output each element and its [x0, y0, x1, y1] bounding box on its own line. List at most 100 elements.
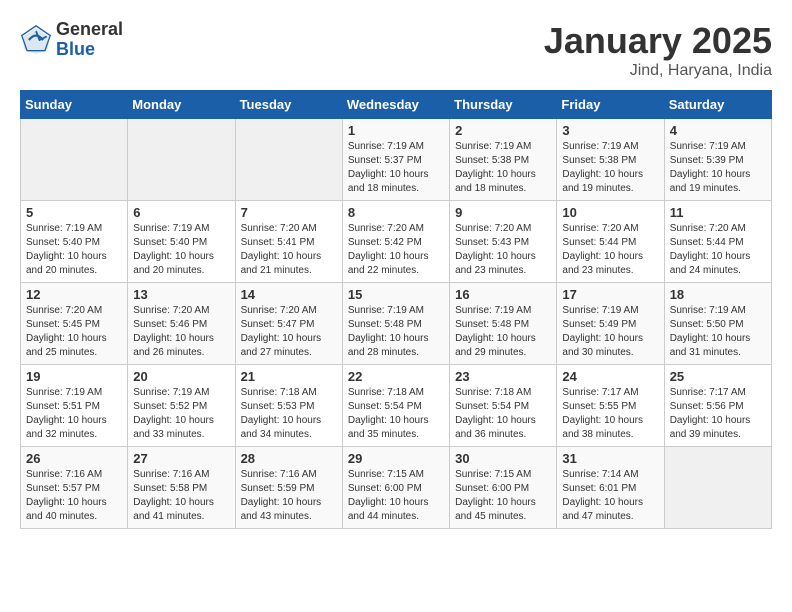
cell-info: Sunrise: 7:16 AM Sunset: 5:58 PM Dayligh… [133, 468, 229, 524]
cell-info: Sunrise: 7:20 AM Sunset: 5:47 PM Dayligh… [241, 304, 337, 360]
cell-info: Sunrise: 7:19 AM Sunset: 5:40 PM Dayligh… [133, 222, 229, 278]
calendar-cell: 24Sunrise: 7:17 AM Sunset: 5:55 PM Dayli… [557, 365, 664, 447]
calendar-cell: 8 Sunrise: 7:20 AM Sunset: 5:42 PM Daylig… [342, 201, 449, 283]
calendar-cell: 30Sunrise: 7:15 AM Sunset: 6:00 PM Dayli… [450, 447, 557, 529]
cell-info: Sunrise: 7:15 AM Sunset: 6:00 PM Dayligh… [348, 468, 444, 524]
cell-info: Sunrise: 7:14 AM Sunset: 6:01 PM Dayligh… [562, 468, 658, 524]
logo-icon [20, 24, 52, 56]
calendar-cell: 13 Sunrise: 7:20 AM Sunset: 5:46 PM Dayli… [128, 283, 235, 365]
calendar-cell: 11 Sunrise: 7:20 AM Sunset: 5:44 PM Dayli… [664, 201, 771, 283]
cell-info: Sunrise: 7:19 AM Sunset: 5:39 PM Dayligh… [670, 140, 766, 196]
calendar-cell: 17Sunrise: 7:19 AM Sunset: 5:49 PM Dayli… [557, 283, 664, 365]
day-number: 7 [241, 205, 337, 220]
cell-info: Sunrise: 7:18 AM Sunset: 5:54 PM Dayligh… [348, 386, 444, 442]
weekday-header-wednesday: Wednesday [342, 91, 449, 119]
page-header: General Blue January 2025 Jind, Haryana,… [20, 20, 772, 80]
calendar-cell [21, 119, 128, 201]
day-number: 25 [670, 369, 766, 384]
weekday-header-row: SundayMondayTuesdayWednesdayThursdayFrid… [21, 91, 772, 119]
day-number: 24 [562, 369, 658, 384]
calendar-cell: 25 Sunrise: 7:17 AM Sunset: 5:56 PM Dayli… [664, 365, 771, 447]
calendar-cell: 1 Sunrise: 7:19 AM Sunset: 5:37 PM Daylig… [342, 119, 449, 201]
weekday-header-tuesday: Tuesday [235, 91, 342, 119]
cell-info: Sunrise: 7:20 AM Sunset: 5:42 PM Dayligh… [348, 222, 444, 278]
cell-info: Sunrise: 7:19 AM Sunset: 5:51 PM Dayligh… [26, 386, 122, 442]
cell-info: Sunrise: 7:20 AM Sunset: 5:41 PM Dayligh… [241, 222, 337, 278]
cell-info: Sunrise: 7:19 AM Sunset: 5:37 PM Dayligh… [348, 140, 444, 196]
day-number: 15 [348, 287, 444, 302]
day-number: 8 [348, 205, 444, 220]
logo-blue: Blue [56, 40, 123, 60]
weekday-header-monday: Monday [128, 91, 235, 119]
week-row-3: 12 Sunrise: 7:20 AM Sunset: 5:45 PM Dayli… [21, 283, 772, 365]
day-number: 19 [26, 369, 122, 384]
cell-info: Sunrise: 7:19 AM Sunset: 5:48 PM Dayligh… [455, 304, 551, 360]
logo: General Blue [20, 20, 123, 60]
day-number: 31 [562, 451, 658, 466]
cell-info: Sunrise: 7:20 AM Sunset: 5:44 PM Dayligh… [670, 222, 766, 278]
cell-info: Sunrise: 7:17 AM Sunset: 5:56 PM Dayligh… [670, 386, 766, 442]
calendar-cell: 27 Sunrise: 7:16 AM Sunset: 5:58 PM Dayli… [128, 447, 235, 529]
calendar-cell: 10 Sunrise: 7:20 AM Sunset: 5:44 PM Dayli… [557, 201, 664, 283]
calendar-cell [235, 119, 342, 201]
calendar-cell: 3Sunrise: 7:19 AM Sunset: 5:38 PM Daylig… [557, 119, 664, 201]
calendar-cell: 7 Sunrise: 7:20 AM Sunset: 5:41 PM Daylig… [235, 201, 342, 283]
calendar-cell: 14 Sunrise: 7:20 AM Sunset: 5:47 PM Dayli… [235, 283, 342, 365]
day-number: 18 [670, 287, 766, 302]
cell-info: Sunrise: 7:19 AM Sunset: 5:40 PM Dayligh… [26, 222, 122, 278]
calendar-cell: 6 Sunrise: 7:19 AM Sunset: 5:40 PM Daylig… [128, 201, 235, 283]
day-number: 10 [562, 205, 658, 220]
month-title: January 2025 [544, 20, 772, 62]
cell-info: Sunrise: 7:20 AM Sunset: 5:46 PM Dayligh… [133, 304, 229, 360]
calendar-cell: 26Sunrise: 7:16 AM Sunset: 5:57 PM Dayli… [21, 447, 128, 529]
calendar-cell: 15 Sunrise: 7:19 AM Sunset: 5:48 PM Dayli… [342, 283, 449, 365]
cell-info: Sunrise: 7:19 AM Sunset: 5:48 PM Dayligh… [348, 304, 444, 360]
cell-info: Sunrise: 7:18 AM Sunset: 5:54 PM Dayligh… [455, 386, 551, 442]
day-number: 21 [241, 369, 337, 384]
logo-general: General [56, 20, 123, 40]
day-number: 12 [26, 287, 122, 302]
weekday-header-friday: Friday [557, 91, 664, 119]
day-number: 11 [670, 205, 766, 220]
weekday-header-sunday: Sunday [21, 91, 128, 119]
day-number: 13 [133, 287, 229, 302]
cell-info: Sunrise: 7:16 AM Sunset: 5:57 PM Dayligh… [26, 468, 122, 524]
week-row-1: 1 Sunrise: 7:19 AM Sunset: 5:37 PM Daylig… [21, 119, 772, 201]
calendar-cell: 9 Sunrise: 7:20 AM Sunset: 5:43 PM Daylig… [450, 201, 557, 283]
calendar-cell: 21 Sunrise: 7:18 AM Sunset: 5:53 PM Dayli… [235, 365, 342, 447]
day-number: 27 [133, 451, 229, 466]
cell-info: Sunrise: 7:20 AM Sunset: 5:44 PM Dayligh… [562, 222, 658, 278]
cell-info: Sunrise: 7:20 AM Sunset: 5:43 PM Dayligh… [455, 222, 551, 278]
calendar-cell [664, 447, 771, 529]
day-number: 29 [348, 451, 444, 466]
calendar-cell: 23 Sunrise: 7:18 AM Sunset: 5:54 PM Dayli… [450, 365, 557, 447]
calendar-cell: 5Sunrise: 7:19 AM Sunset: 5:40 PM Daylig… [21, 201, 128, 283]
cell-info: Sunrise: 7:20 AM Sunset: 5:45 PM Dayligh… [26, 304, 122, 360]
cell-info: Sunrise: 7:19 AM Sunset: 5:52 PM Dayligh… [133, 386, 229, 442]
calendar-cell: 16 Sunrise: 7:19 AM Sunset: 5:48 PM Dayli… [450, 283, 557, 365]
day-number: 16 [455, 287, 551, 302]
cell-info: Sunrise: 7:19 AM Sunset: 5:38 PM Dayligh… [455, 140, 551, 196]
logo-text: General Blue [56, 20, 123, 60]
calendar-cell: 18Sunrise: 7:19 AM Sunset: 5:50 PM Dayli… [664, 283, 771, 365]
calendar-cell: 28Sunrise: 7:16 AM Sunset: 5:59 PM Dayli… [235, 447, 342, 529]
day-number: 1 [348, 123, 444, 138]
calendar-cell: 2 Sunrise: 7:19 AM Sunset: 5:38 PM Daylig… [450, 119, 557, 201]
calendar-cell: 19 Sunrise: 7:19 AM Sunset: 5:51 PM Dayli… [21, 365, 128, 447]
day-number: 9 [455, 205, 551, 220]
calendar-cell: 22Sunrise: 7:18 AM Sunset: 5:54 PM Dayli… [342, 365, 449, 447]
calendar-cell: 29 Sunrise: 7:15 AM Sunset: 6:00 PM Dayli… [342, 447, 449, 529]
cell-info: Sunrise: 7:18 AM Sunset: 5:53 PM Dayligh… [241, 386, 337, 442]
day-number: 30 [455, 451, 551, 466]
calendar-cell: 20Sunrise: 7:19 AM Sunset: 5:52 PM Dayli… [128, 365, 235, 447]
week-row-2: 5Sunrise: 7:19 AM Sunset: 5:40 PM Daylig… [21, 201, 772, 283]
day-number: 14 [241, 287, 337, 302]
calendar-cell [128, 119, 235, 201]
calendar-table: SundayMondayTuesdayWednesdayThursdayFrid… [20, 90, 772, 529]
day-number: 6 [133, 205, 229, 220]
cell-info: Sunrise: 7:19 AM Sunset: 5:38 PM Dayligh… [562, 140, 658, 196]
location: Jind, Haryana, India [544, 62, 772, 80]
day-number: 2 [455, 123, 551, 138]
day-number: 23 [455, 369, 551, 384]
weekday-header-saturday: Saturday [664, 91, 771, 119]
